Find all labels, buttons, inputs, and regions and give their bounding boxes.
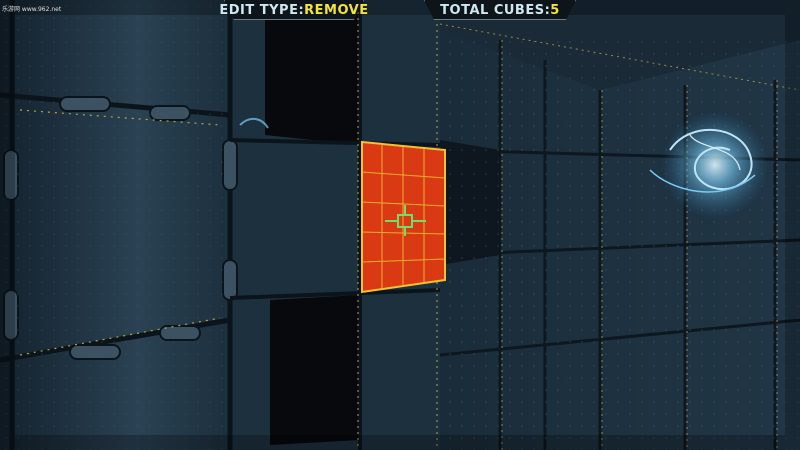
gap-lower: [270, 295, 360, 445]
total-cubes-value: 5: [550, 2, 560, 18]
watermark-text: 乐游网 www.962.net: [2, 6, 62, 13]
game-viewport[interactable]: 乐游网 www.962.net EDIT TYPE: REMOVE TOTAL …: [0, 0, 800, 450]
selected-cube-face: [361, 140, 446, 294]
edit-type-label: EDIT TYPE:: [219, 2, 305, 18]
total-cubes-label: TOTAL CUBES:: [440, 2, 551, 18]
edit-type-panel: EDIT TYPE: REMOVE: [219, 0, 368, 20]
cube-room: [0, 0, 800, 450]
edit-type-value: REMOVE: [304, 2, 369, 18]
total-cubes-panel: TOTAL CUBES: 5: [424, 0, 576, 20]
gap-upper: [265, 0, 360, 145]
